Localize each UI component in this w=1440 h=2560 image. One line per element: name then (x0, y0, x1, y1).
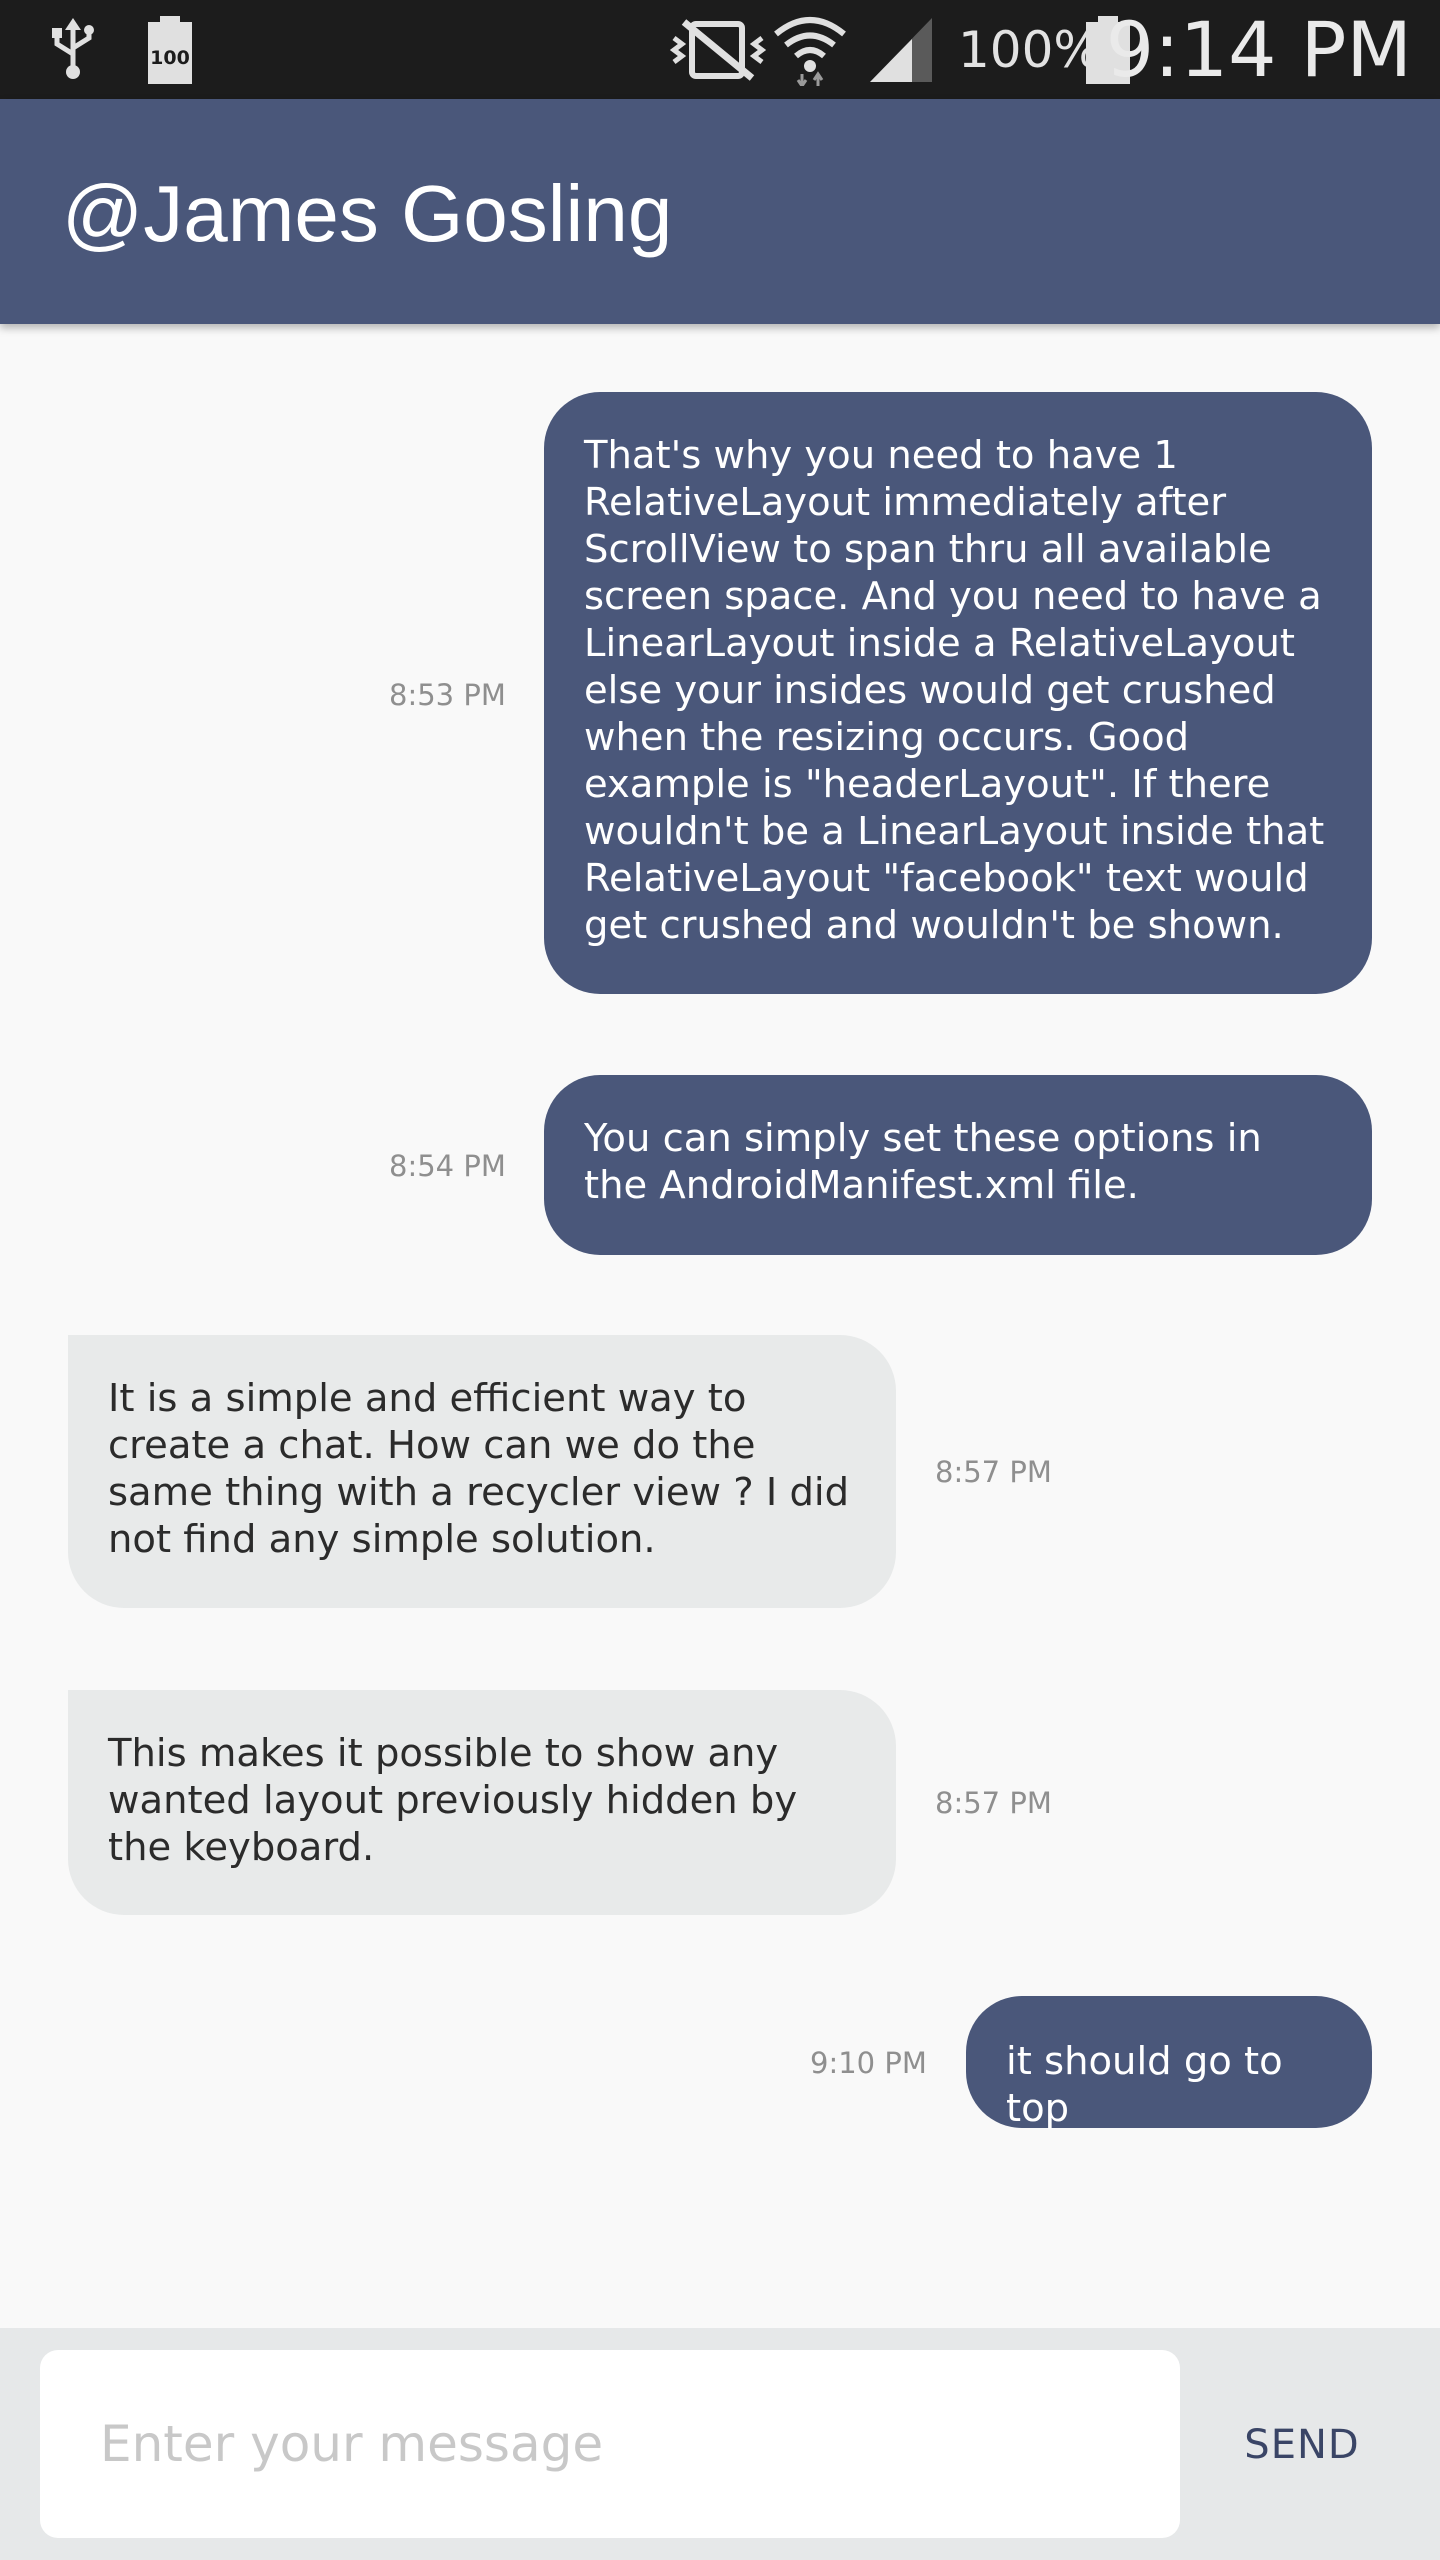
message-bubble-outgoing[interactable]: You can simply set these options in the … (544, 1075, 1372, 1255)
message-timestamp: 8:57 PM (935, 1786, 1052, 1820)
message-text: This makes it possible to show any wante… (108, 1731, 798, 1870)
message-timestamp: 8:57 PM (935, 1455, 1052, 1489)
battery-saver-icon: 100 (146, 16, 194, 89)
message-bubble-incoming[interactable]: This makes it possible to show any wante… (68, 1690, 896, 1915)
signal-icon (868, 16, 934, 89)
message-text: It is a simple and efficient way to crea… (108, 1376, 850, 1562)
message-bubble-outgoing[interactable]: it should go to top (966, 1996, 1372, 2131)
battery-percent: 100% (958, 21, 1101, 79)
app-bar: @James Gosling (0, 99, 1440, 324)
battery-saver-label: 100 (150, 47, 190, 69)
message-timestamp: 8:53 PM (389, 678, 506, 712)
clock: 9:14 PM (1105, 5, 1412, 94)
usb-icon (48, 18, 98, 87)
vibrate-icon (669, 18, 767, 87)
message-timestamp: 9:10 PM (810, 2046, 927, 2080)
status-bar: 100 100% 9:14 PM (0, 0, 1440, 99)
message-composer: Enter your message SEND (0, 2328, 1440, 2560)
message-text: You can simply set these options in the … (584, 1116, 1262, 1208)
send-button[interactable]: SEND (1232, 2410, 1372, 2480)
message-text: That's why you need to have 1 RelativeLa… (584, 433, 1325, 948)
conversation-title: @James Gosling (62, 169, 673, 258)
wifi-icon (774, 14, 846, 91)
message-bubble-outgoing[interactable]: That's why you need to have 1 RelativeLa… (544, 392, 1372, 994)
message-bubble-incoming[interactable]: It is a simple and efficient way to crea… (68, 1335, 896, 1608)
message-input[interactable]: Enter your message (40, 2350, 1180, 2538)
message-text: it should go to top (1006, 2039, 1283, 2131)
message-timestamp: 8:54 PM (389, 1149, 506, 1183)
